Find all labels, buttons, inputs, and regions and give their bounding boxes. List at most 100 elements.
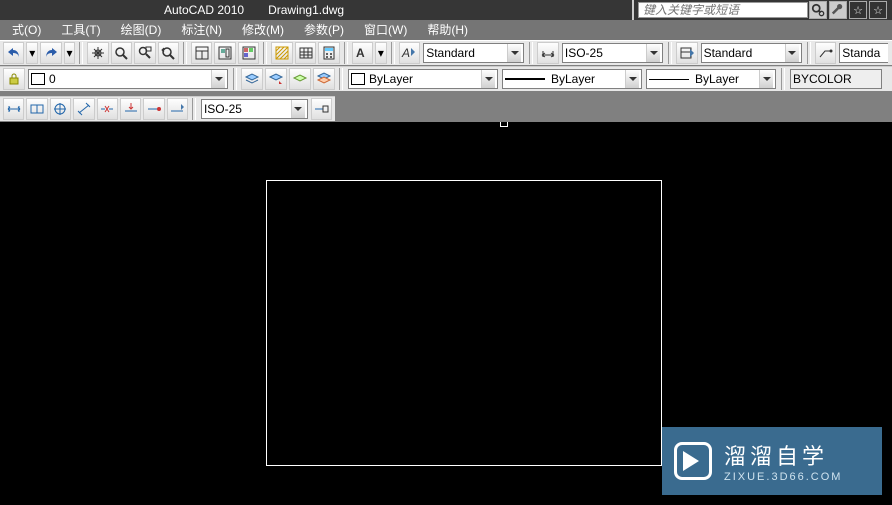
color-value: ByLayer — [369, 72, 413, 86]
menu-window[interactable]: 窗口(W) — [354, 20, 417, 40]
layer-make-current-button[interactable] — [265, 68, 287, 90]
dropdown-icon[interactable] — [646, 44, 660, 62]
dim-reassociate-button[interactable] — [143, 98, 164, 120]
menu-param[interactable]: 参数(P) — [294, 20, 354, 40]
mleader-style-combo[interactable]: Standa — [839, 43, 888, 63]
mleader-style-value: Standa — [842, 46, 880, 60]
calc-button[interactable] — [318, 42, 339, 64]
dropdown-icon[interactable] — [481, 70, 495, 88]
dim-style-value: ISO-25 — [565, 46, 603, 60]
wrench-icon[interactable] — [829, 1, 847, 19]
star2-icon[interactable]: ☆ — [869, 1, 887, 19]
toolbar-dimension: ISO-25 — [0, 96, 335, 122]
zoom-realtime-button[interactable] — [111, 42, 132, 64]
properties-button[interactable] — [191, 42, 212, 64]
color-combo[interactable]: ByLayer — [348, 69, 498, 89]
menu-tools[interactable]: 工具(T) — [51, 20, 110, 40]
dim-tolerance-button[interactable] — [26, 98, 47, 120]
dim-oblique-button[interactable] — [73, 98, 94, 120]
dim-linear-button[interactable] — [3, 98, 24, 120]
text-style-value: Standard — [426, 46, 475, 60]
dropdown-icon[interactable] — [291, 100, 305, 118]
table-style-combo[interactable]: Standard — [701, 43, 802, 63]
undo-dropdown[interactable]: ▾ — [26, 42, 38, 64]
redo-dropdown[interactable]: ▾ — [64, 42, 76, 64]
dim-style-combo[interactable]: ISO-25 — [562, 43, 663, 63]
watermark-url: ZIXUE.3D66.COM — [724, 471, 842, 483]
pan-button[interactable] — [87, 42, 108, 64]
dropdown-icon[interactable] — [785, 44, 799, 62]
layer-states-button[interactable] — [313, 68, 335, 90]
toolbar-sep — [668, 42, 672, 64]
sheet-set-button[interactable] — [214, 42, 235, 64]
search-icon[interactable] — [809, 1, 827, 19]
text-tool-button[interactable]: A — [352, 42, 373, 64]
redo-button[interactable] — [40, 42, 61, 64]
menu-modify[interactable]: 修改(M) — [232, 20, 294, 40]
star-icon[interactable]: ☆ — [849, 1, 867, 19]
watermark: 溜溜自学 ZIXUE.3D66.COM — [662, 427, 882, 495]
title-divider — [632, 0, 634, 20]
toolbar-sep — [79, 42, 83, 64]
zoom-previous-button[interactable] — [158, 42, 179, 64]
toolbar-sep — [529, 42, 533, 64]
lineweight-combo[interactable]: ByLayer — [646, 69, 776, 89]
linetype-combo[interactable]: ByLayer — [502, 69, 642, 89]
dim-update-button[interactable] — [120, 98, 141, 120]
toolbar-sep — [233, 68, 237, 90]
menu-draw[interactable]: 绘图(D) — [111, 20, 172, 40]
dim-break-button[interactable] — [97, 98, 118, 120]
dropdown-icon[interactable] — [507, 44, 521, 62]
text-style-combo[interactable]: Standard — [423, 43, 524, 63]
dropdown-icon[interactable] — [625, 70, 639, 88]
hatch-button[interactable] — [271, 42, 292, 64]
plotstyle-combo[interactable]: BYCOLOR — [790, 69, 882, 89]
toolbar-sep — [781, 68, 785, 90]
menu-bar: 式(O) 工具(T) 绘图(D) 标注(N) 修改(M) 参数(P) 窗口(W)… — [0, 20, 892, 40]
text-dropdown[interactable]: ▾ — [375, 42, 387, 64]
layer-combo[interactable]: 0 — [28, 69, 228, 89]
toolbar-layers: 0 ByLayer ByLayer ByLayer BYCOLOR — [0, 66, 892, 92]
layer-isolate-button[interactable] — [289, 68, 311, 90]
dropdown-icon[interactable] — [759, 70, 773, 88]
toolbar-standard: ▾ ▾ A ▾ A Standard ISO-25 — [0, 40, 892, 66]
drawn-rectangle — [266, 180, 662, 466]
dropdown-icon[interactable] — [211, 70, 225, 88]
mleader-style-button[interactable] — [815, 42, 836, 64]
table-button[interactable] — [295, 42, 316, 64]
toolbar-sep — [192, 98, 196, 120]
menu-dimension[interactable]: 标注(N) — [171, 20, 232, 40]
tool-palette-button[interactable] — [238, 42, 259, 64]
color-swatch — [351, 73, 365, 85]
watermark-brand: 溜溜自学 — [724, 439, 842, 471]
play-icon — [674, 442, 712, 480]
svg-text:A: A — [401, 46, 410, 60]
search-input[interactable] — [638, 2, 808, 18]
menu-format[interactable]: 式(O) — [2, 20, 51, 40]
app-name: AutoCAD 2010 — [164, 3, 244, 17]
lineweight-value: ByLayer — [695, 72, 739, 86]
dim-style-value-2: ISO-25 — [204, 102, 242, 116]
drawing-canvas[interactable]: 溜溜自学 ZIXUE.3D66.COM — [0, 122, 892, 505]
table-style-button[interactable] — [676, 42, 697, 64]
file-name: Drawing1.dwg — [268, 3, 344, 17]
lineweight-preview — [649, 79, 689, 80]
dim-style-manager-button[interactable] — [167, 98, 188, 120]
layer-manager-button[interactable] — [241, 68, 263, 90]
ucs-marker — [500, 122, 508, 128]
dim-style-button[interactable] — [537, 42, 558, 64]
text-style-button[interactable]: A — [399, 42, 420, 64]
linetype-preview — [505, 78, 545, 80]
menu-help[interactable]: 帮助(H) — [417, 20, 478, 40]
dim-center-button[interactable] — [50, 98, 71, 120]
layer-lock-button[interactable] — [3, 68, 25, 90]
toolbar-sep — [807, 42, 811, 64]
title-left: AutoCAD 2010 Drawing1.dwg — [4, 3, 628, 17]
toolbar-sep — [391, 42, 395, 64]
linetype-value: ByLayer — [551, 72, 595, 86]
zoom-window-button[interactable] — [134, 42, 155, 64]
title-bar: AutoCAD 2010 Drawing1.dwg ☆ ☆ — [0, 0, 892, 20]
undo-button[interactable] — [3, 42, 24, 64]
dim-style-combo-2[interactable]: ISO-25 — [201, 99, 308, 119]
dim-style-control-button[interactable] — [311, 98, 332, 120]
